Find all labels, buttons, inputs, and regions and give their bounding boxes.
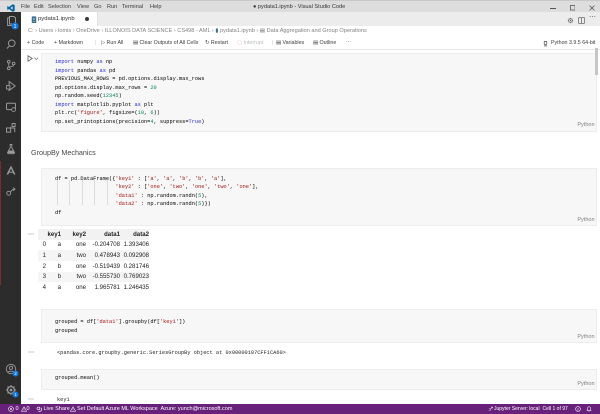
svg-text:1: 1 [14, 24, 17, 30]
